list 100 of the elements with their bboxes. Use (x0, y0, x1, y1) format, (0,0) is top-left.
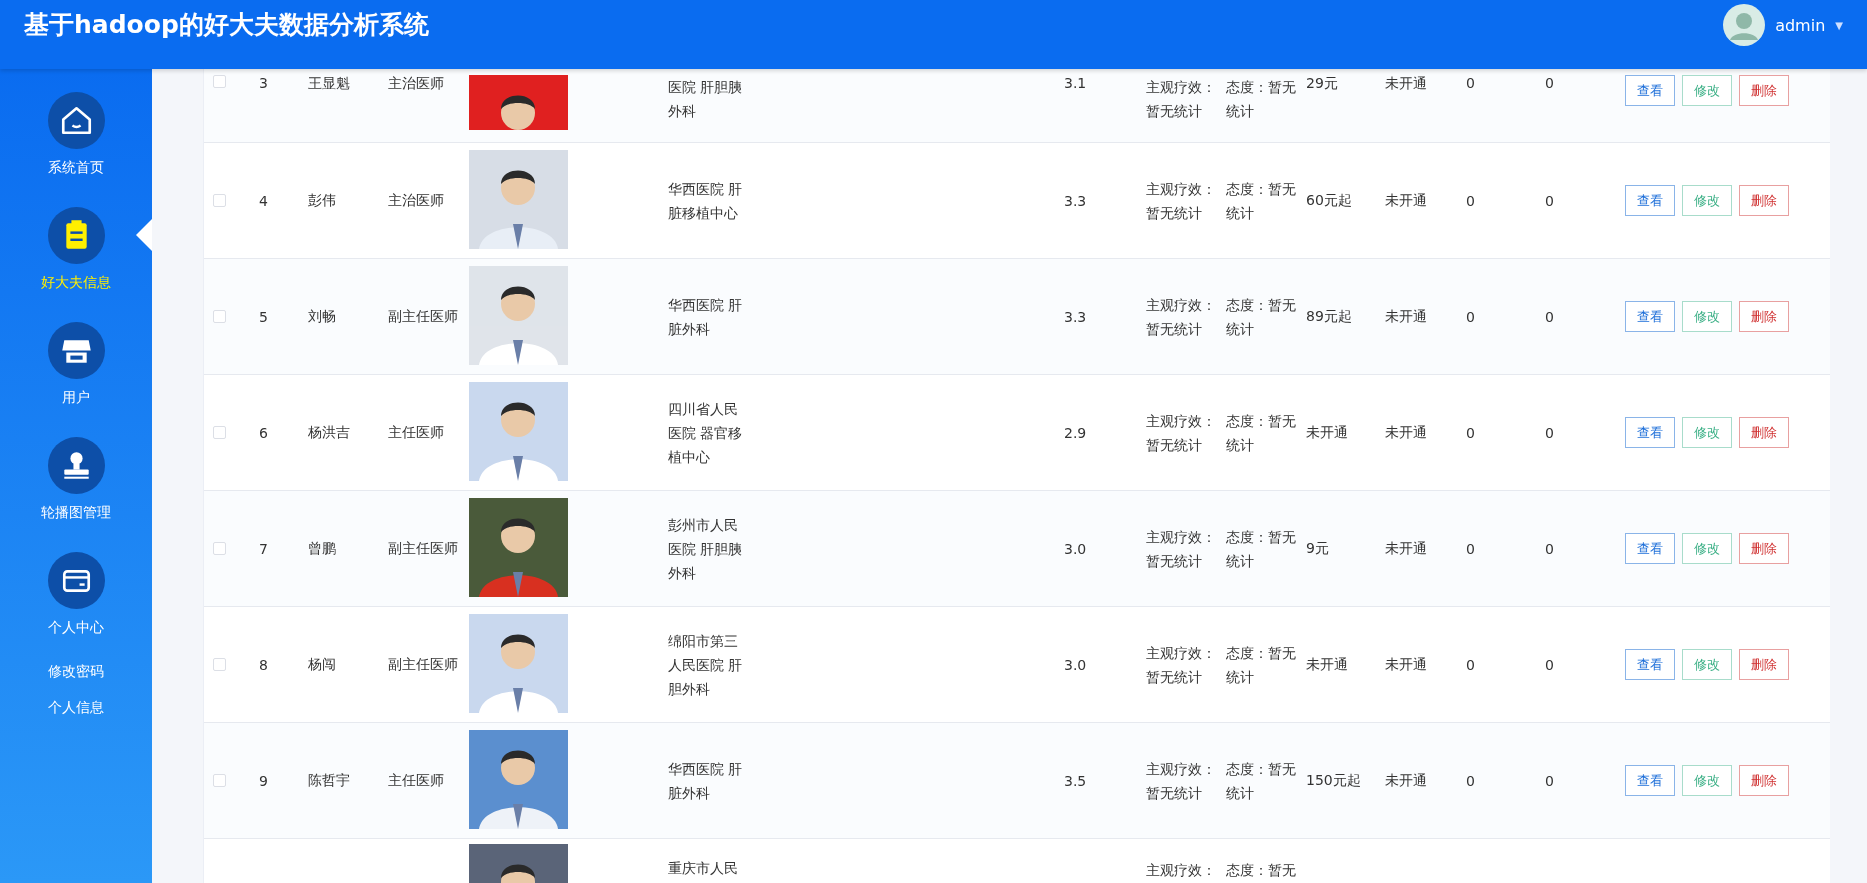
attitude-text: 态度：暂无统计 (1226, 78, 1297, 121)
row-number: 9 (259, 772, 268, 789)
edit-button[interactable]: 修改 (1682, 649, 1732, 680)
count-value: 0 (1545, 308, 1554, 325)
rating-score: 2.9 (1064, 424, 1087, 441)
hospital-text: 华西医院 肝脏外科 (668, 295, 744, 339)
count-value: 0 (1466, 424, 1475, 441)
delete-button[interactable]: 删除 (1739, 533, 1789, 564)
effect-text: 主观疗效：暂无统计 (1146, 179, 1217, 223)
delete-button[interactable]: 删除 (1739, 765, 1789, 796)
edit-button[interactable]: 修改 (1682, 417, 1732, 448)
effect-text: 主观疗效： (1146, 861, 1217, 880)
shop-icon[interactable] (47, 322, 105, 379)
view-button[interactable]: 查看 (1625, 417, 1675, 448)
delete-button[interactable]: 删除 (1739, 301, 1789, 332)
hospital-text: 四川省人民医院 器官移植中心 (668, 399, 744, 467)
view-button[interactable]: 查看 (1625, 185, 1675, 216)
rating-score: 3.1 (1064, 75, 1087, 91)
hospital-text: 绵阳市第三人民医院 肝胆外科 (668, 631, 744, 699)
row-checkbox[interactable] (213, 542, 226, 555)
attitude-text: 态度：暂无 (1226, 861, 1297, 880)
attitude-text: 态度：暂无统计 (1226, 527, 1297, 571)
row-checkbox[interactable] (213, 658, 226, 671)
nav-subitem[interactable]: 修改密码 (48, 663, 104, 679)
delete-button[interactable]: 删除 (1739, 75, 1789, 106)
count-value: 0 (1545, 192, 1554, 209)
service-status: 未开通 (1385, 307, 1427, 324)
doctor-title: 副主任医师 (388, 307, 458, 324)
service-status: 未开通 (1385, 771, 1427, 788)
doctor-name: 彭伟 (308, 191, 336, 208)
view-button[interactable]: 查看 (1625, 649, 1675, 680)
row-number: 5 (259, 308, 268, 325)
nav-item[interactable]: 好大夫信息 (41, 274, 111, 291)
row-checkbox[interactable] (213, 75, 226, 88)
rating-score: 3.0 (1064, 656, 1087, 673)
edit-button[interactable]: 修改 (1682, 75, 1732, 106)
doctor-title: 主任医师 (388, 771, 444, 788)
view-button[interactable]: 查看 (1625, 533, 1675, 564)
clipboard-icon[interactable] (47, 207, 105, 264)
app-title: 基于hadoop的好大夫数据分析系统 (24, 9, 429, 41)
delete-button[interactable]: 删除 (1739, 649, 1789, 680)
edit-button[interactable]: 修改 (1682, 185, 1732, 216)
doctor-title: 主治医师 (388, 191, 444, 208)
doctor-name: 刘畅 (308, 307, 336, 324)
attitude-text: 态度：暂无统计 (1226, 643, 1297, 687)
avatar-icon[interactable] (1723, 4, 1766, 46)
dropdown-caret[interactable]: ▼ (1835, 19, 1843, 31)
nav-subitem[interactable]: 个人信息 (48, 699, 104, 715)
stamp-icon[interactable] (47, 437, 105, 494)
row-checkbox[interactable] (213, 774, 226, 787)
count-value: 0 (1466, 192, 1475, 209)
service-status: 未开通 (1385, 655, 1427, 672)
service-status: 未开通 (1385, 191, 1427, 208)
row-number: 6 (259, 424, 268, 441)
count-value: 0 (1545, 656, 1554, 673)
effect-text: 主观疗效：暂无统计 (1146, 295, 1217, 339)
user-name[interactable]: admin (1775, 15, 1826, 35)
delete-button[interactable]: 删除 (1739, 417, 1789, 448)
price-text: 150元起 (1306, 771, 1361, 788)
attitude-text: 态度：暂无统计 (1226, 759, 1297, 803)
price-text: 未开通 (1306, 655, 1348, 672)
doctor-title: 主任医师 (388, 423, 444, 440)
home-icon[interactable] (47, 92, 105, 149)
row-number: 7 (259, 540, 268, 557)
doctor-title: 副主任医师 (388, 655, 458, 672)
doctor-name: 曾鹏 (308, 539, 336, 556)
delete-button[interactable]: 删除 (1739, 185, 1789, 216)
hospital-text: 医院 肝胆胰外科 (668, 78, 744, 121)
attitude-text: 态度：暂无统计 (1226, 179, 1297, 223)
price-text: 未开通 (1306, 423, 1348, 440)
edit-button[interactable]: 修改 (1682, 301, 1732, 332)
nav-item[interactable]: 系统首页 (48, 159, 104, 176)
doctor-name: 杨闯 (308, 655, 336, 672)
count-value: 0 (1545, 772, 1554, 789)
view-button[interactable]: 查看 (1625, 75, 1675, 106)
rating-score: 3.0 (1064, 540, 1087, 557)
edit-button[interactable]: 修改 (1682, 765, 1732, 796)
rating-score: 3.3 (1064, 308, 1087, 325)
view-button[interactable]: 查看 (1625, 765, 1675, 796)
nav-item[interactable]: 轮播图管理 (41, 504, 111, 521)
view-button[interactable]: 查看 (1625, 301, 1675, 332)
service-status: 未开通 (1385, 75, 1427, 91)
row-number: 3 (259, 75, 268, 91)
card-icon[interactable] (47, 552, 105, 609)
doctor-title: 副主任医师 (388, 539, 458, 556)
doctor-title: 主治医师 (388, 75, 444, 91)
price-text: 9元 (1306, 539, 1329, 556)
price-text: 60元起 (1306, 191, 1352, 208)
nav-item[interactable]: 个人中心 (48, 619, 104, 636)
nav-item[interactable]: 用户 (62, 389, 90, 406)
count-value: 0 (1545, 540, 1554, 557)
rating-score: 3.5 (1064, 772, 1087, 789)
edit-button[interactable]: 修改 (1682, 533, 1732, 564)
row-checkbox[interactable] (213, 310, 226, 323)
row-checkbox[interactable] (213, 426, 226, 439)
count-value: 0 (1466, 656, 1475, 673)
effect-text: 主观疗效：暂无统计 (1146, 78, 1217, 121)
count-value: 0 (1466, 75, 1475, 91)
attitude-text: 态度：暂无统计 (1226, 295, 1297, 339)
row-checkbox[interactable] (213, 194, 226, 207)
